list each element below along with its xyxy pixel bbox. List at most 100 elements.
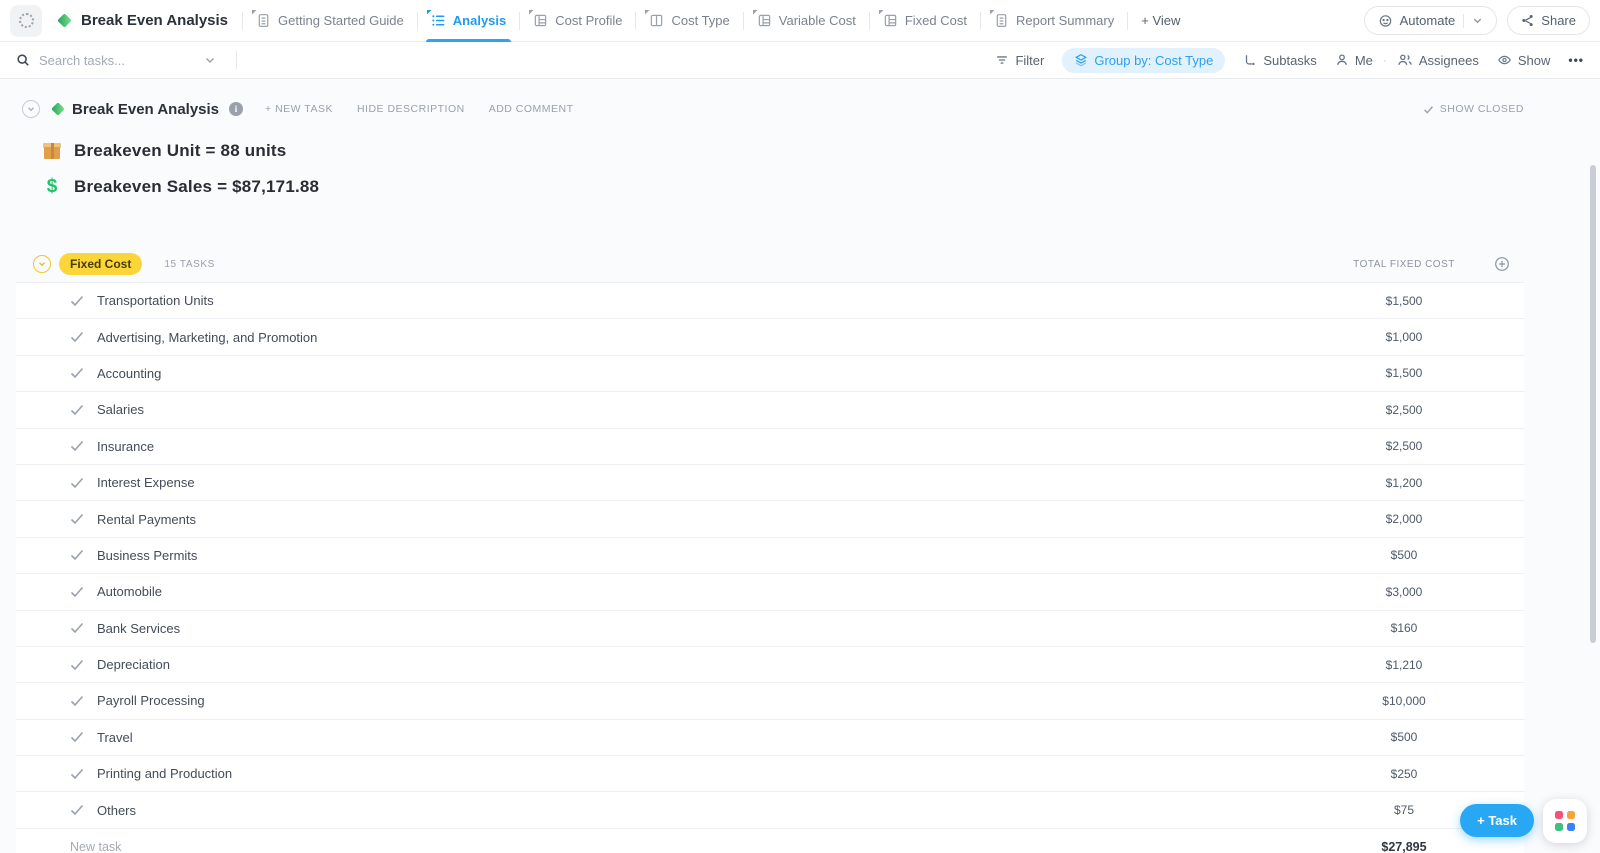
add-column-icon[interactable] — [1494, 256, 1510, 272]
add-comment-button[interactable]: ADD COMMENT — [489, 103, 574, 115]
task-name[interactable]: Automobile — [97, 584, 162, 599]
task-row[interactable]: Business Permits $500 — [16, 537, 1524, 575]
task-row[interactable]: Insurance $2,500 — [16, 428, 1524, 465]
task-row[interactable]: Bank Services $160 — [16, 610, 1524, 647]
list-description[interactable]: Breakeven Unit = 88 units $ Breakeven Sa… — [16, 138, 1524, 200]
task-fixed-cost-value[interactable]: $3,000 — [1284, 585, 1524, 599]
task-check-icon[interactable] — [70, 621, 85, 635]
task-fixed-cost-value[interactable]: $1,210 — [1284, 658, 1524, 672]
hide-description-button[interactable]: HIDE DESCRIPTION — [357, 103, 465, 115]
task-fixed-cost-value[interactable]: $250 — [1284, 767, 1524, 781]
task-fixed-cost-value[interactable]: $160 — [1284, 621, 1524, 635]
breakeven-sales-text: Breakeven Sales = $87,171.88 — [74, 177, 320, 196]
show-closed-button[interactable]: SHOW CLOSED — [1423, 103, 1524, 115]
automate-button[interactable]: Automate — [1363, 6, 1498, 35]
task-fixed-cost-value[interactable]: $2,500 — [1284, 439, 1524, 453]
collapse-group-button[interactable] — [33, 255, 51, 273]
task-row[interactable]: Travel $500 — [16, 719, 1524, 757]
task-row[interactable]: Advertising, Marketing, and Promotion $1… — [16, 319, 1524, 356]
task-check-icon[interactable] — [70, 439, 85, 453]
tab-label: Fixed Cost — [904, 13, 967, 28]
task-fixed-cost-value[interactable]: $500 — [1284, 548, 1524, 562]
task-row[interactable]: Printing and Production $250 — [16, 756, 1524, 793]
list-diamond-icon — [50, 101, 66, 117]
tab-report-summary[interactable]: Report Summary — [981, 0, 1127, 42]
task-name[interactable]: Printing and Production — [97, 766, 232, 781]
new-task-button[interactable]: + NEW TASK — [265, 103, 333, 115]
task-row[interactable]: Automobile $3,000 — [16, 574, 1524, 611]
task-check-icon[interactable] — [70, 658, 85, 672]
group-status-badge[interactable]: Fixed Cost — [59, 253, 143, 275]
filter-button[interactable]: Filter — [995, 53, 1044, 68]
task-check-icon[interactable] — [70, 803, 85, 817]
task-name[interactable]: Accounting — [97, 366, 161, 381]
task-name[interactable]: Payroll Processing — [97, 693, 205, 708]
task-check-icon[interactable] — [70, 548, 85, 562]
task-name[interactable]: Bank Services — [97, 621, 180, 636]
task-name[interactable]: Advertising, Marketing, and Promotion — [97, 330, 317, 345]
task-check-icon[interactable] — [70, 294, 85, 308]
task-name[interactable]: Others — [97, 803, 136, 818]
subtasks-button[interactable]: Subtasks — [1243, 53, 1317, 68]
task-row[interactable]: Others $75 — [16, 792, 1524, 829]
task-row[interactable]: Transportation Units $1,500 — [16, 283, 1524, 320]
tab-cost-type[interactable]: Cost Type — [636, 0, 742, 42]
column-header-total-fixed-cost[interactable]: TOTAL FIXED COST — [1284, 256, 1524, 272]
task-check-icon[interactable] — [70, 366, 85, 380]
task-fixed-cost-value[interactable]: $2,500 — [1284, 403, 1524, 417]
assignees-button[interactable]: Assignees — [1397, 53, 1479, 68]
vertical-scrollbar[interactable] — [1590, 165, 1596, 643]
task-fixed-cost-value[interactable]: $2,000 — [1284, 512, 1524, 526]
info-icon[interactable]: i — [229, 102, 244, 116]
tab-analysis[interactable]: Analysis — [418, 0, 519, 42]
tab-variable-cost[interactable]: Variable Cost — [744, 0, 869, 42]
task-row[interactable]: Interest Expense $1,200 — [16, 464, 1524, 502]
task-name[interactable]: Business Permits — [97, 548, 197, 563]
chevron-down-icon[interactable] — [1472, 15, 1483, 26]
task-row[interactable]: Salaries $2,500 — [16, 392, 1524, 429]
add-task-fab[interactable]: + Task — [1460, 804, 1534, 837]
task-name[interactable]: Transportation Units — [97, 293, 214, 308]
tab-cost-profile[interactable]: Cost Profile — [520, 0, 635, 42]
task-check-icon[interactable] — [70, 512, 85, 526]
task-check-icon[interactable] — [70, 730, 85, 744]
show-button[interactable]: Show — [1497, 53, 1550, 68]
list-title: Break Even Analysis — [72, 100, 220, 118]
task-fixed-cost-value[interactable]: $10,000 — [1284, 694, 1524, 708]
task-fixed-cost-value[interactable]: $1,200 — [1284, 476, 1524, 490]
add-view-button[interactable]: + View — [1128, 0, 1193, 42]
task-check-icon[interactable] — [70, 403, 85, 417]
task-fixed-cost-value[interactable]: $500 — [1284, 730, 1524, 744]
task-name[interactable]: Insurance — [97, 439, 154, 454]
task-check-icon[interactable] — [70, 694, 85, 708]
task-row[interactable]: Accounting $1,500 — [16, 355, 1524, 393]
task-name[interactable]: Interest Expense — [97, 475, 195, 490]
new-task-row[interactable]: New task — [70, 840, 121, 853]
tab-fixed-cost[interactable]: Fixed Cost — [870, 0, 980, 42]
task-check-icon[interactable] — [70, 585, 85, 599]
task-check-icon[interactable] — [70, 330, 85, 344]
more-options-button[interactable]: ••• — [1568, 53, 1584, 67]
task-fixed-cost-value[interactable]: $1,500 — [1284, 366, 1524, 380]
task-name[interactable]: Salaries — [97, 402, 144, 417]
search-box[interactable] — [16, 52, 228, 68]
collapse-list-button[interactable] — [22, 100, 40, 118]
task-name[interactable]: Rental Payments — [97, 512, 196, 527]
chevron-down-icon[interactable] — [204, 54, 216, 66]
task-name[interactable]: Depreciation — [97, 657, 170, 672]
task-check-icon[interactable] — [70, 767, 85, 781]
task-name[interactable]: Travel — [97, 730, 133, 745]
tab-getting-started-guide[interactable]: Getting Started Guide — [243, 0, 417, 42]
task-row[interactable]: Payroll Processing $10,000 — [16, 683, 1524, 720]
task-row[interactable]: Depreciation $1,210 — [16, 646, 1524, 684]
share-button[interactable]: Share — [1507, 6, 1590, 35]
task-row[interactable]: Rental Payments $2,000 — [16, 501, 1524, 538]
task-check-icon[interactable] — [70, 476, 85, 490]
workspace-loading-button[interactable] — [10, 4, 42, 37]
apps-launcher-button[interactable] — [1543, 799, 1587, 843]
task-fixed-cost-value[interactable]: $1,500 — [1284, 294, 1524, 308]
search-input[interactable] — [39, 52, 167, 68]
task-fixed-cost-value[interactable]: $1,000 — [1284, 330, 1524, 344]
group-by-button[interactable]: Group by: Cost Type — [1062, 47, 1226, 73]
me-filter-button[interactable]: Me — [1335, 53, 1373, 68]
